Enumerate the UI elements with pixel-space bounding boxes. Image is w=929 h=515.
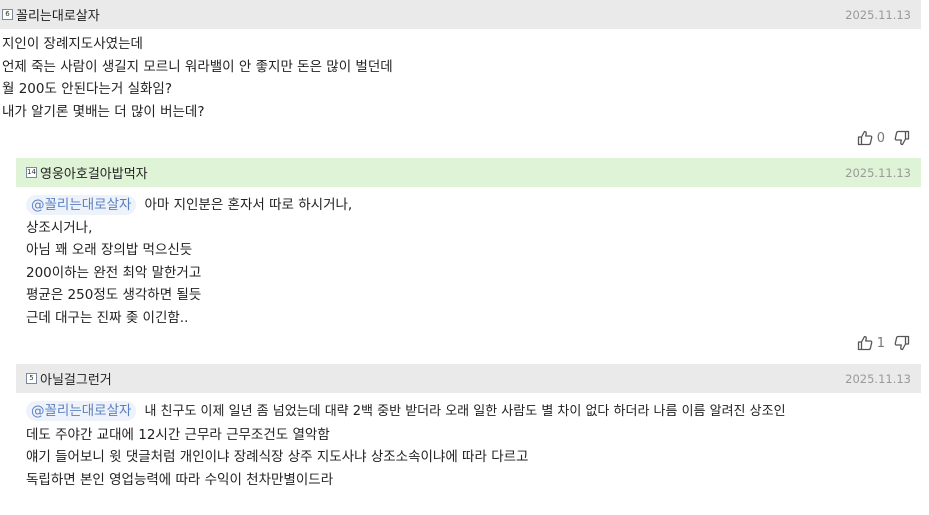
level-badge-icon: 14 bbox=[26, 167, 37, 178]
mention-tag[interactable]: @꼴리는대로살자 bbox=[26, 401, 137, 421]
comment-date: 2025.11.13 bbox=[845, 7, 911, 22]
reply-line: 내 친구도 이제 일년 좀 넘었는데 대략 2백 중반 받더라 오래 일한 사람… bbox=[144, 404, 786, 419]
vote-bar: 0 bbox=[857, 130, 910, 146]
comment-nickname[interactable]: 꼴리는대로살자 bbox=[16, 5, 100, 24]
reply-line: 아마 지인분은 혼자서 따로 하시거나, bbox=[144, 197, 353, 213]
reply-body: @꼴리는대로살자 내 친구도 이제 일년 좀 넘었는데 대략 2백 중반 받더라 … bbox=[26, 400, 786, 491]
reply-body: @꼴리는대로살자 아마 지인분은 혼자서 따로 하시거나, 상조시거나, 아님 꽤… bbox=[26, 194, 352, 329]
thumbs-up-icon[interactable] bbox=[857, 335, 873, 351]
level-badge-icon: 5 bbox=[26, 373, 37, 384]
reply-line: 근데 대구는 진짜 좆 이긴함.. bbox=[26, 309, 189, 326]
reply-header: 14 영웅아호걸아밥먹자 2025.11.13 bbox=[16, 158, 921, 187]
reply-header: 5 아닐걸그런거 2025.11.13 bbox=[16, 364, 921, 393]
reply-line: 아님 꽤 오래 장의밥 먹으신듯 bbox=[26, 242, 193, 258]
comment-line: 지인이 장례지도사였는데 bbox=[2, 36, 143, 52]
reply-line: 평균은 250정도 생각하면 될듯 bbox=[26, 287, 202, 303]
comment-line: 언제 죽는 사람이 생길지 모르니 워라밸이 안 좋지만 돈은 많이 벌던데 bbox=[2, 58, 393, 75]
reply-line: 독립하면 본인 영업능력에 따라 수익이 천차만별이드라 bbox=[26, 471, 334, 488]
reply-line: 상조시거나, bbox=[26, 219, 93, 236]
thumbs-up-icon[interactable] bbox=[857, 130, 873, 146]
comment-header: 6 꼴리는대로살자 2025.11.13 bbox=[0, 0, 921, 29]
thumbs-down-icon[interactable] bbox=[894, 130, 910, 146]
reply-date: 2025.11.13 bbox=[845, 371, 911, 386]
like-count: 0 bbox=[876, 130, 885, 146]
vote-bar: 1 bbox=[857, 335, 910, 351]
like-count: 1 bbox=[876, 335, 885, 351]
reply-line: 데도 주야간 교대에 12시간 근무라 근무조건도 열악함 bbox=[26, 426, 330, 443]
thumbs-down-icon[interactable] bbox=[894, 335, 910, 351]
comment-body: 지인이 장례지도사였는데 언제 죽는 사람이 생길지 모르니 워라밸이 안 좋지… bbox=[2, 33, 393, 123]
comment-line: 월 200도 안된다는거 실화임? bbox=[2, 81, 173, 97]
comment-line: 내가 알기론 몇배는 더 많이 버는데? bbox=[2, 103, 205, 120]
reply-date: 2025.11.13 bbox=[845, 165, 911, 180]
reply-line: 200이하는 완전 최악 말한거고 bbox=[26, 264, 202, 281]
mention-tag[interactable]: @꼴리는대로살자 bbox=[26, 195, 137, 215]
reply-nickname[interactable]: 영웅아호걸아밥먹자 bbox=[40, 163, 148, 182]
reply-nickname[interactable]: 아닐걸그런거 bbox=[40, 369, 112, 388]
reply-line: 얘기 들어보니 윗 댓글처럼 개인이냐 장례식장 상주 지도사냐 상조소속이냐에… bbox=[26, 449, 529, 465]
level-badge-icon: 6 bbox=[2, 9, 13, 20]
